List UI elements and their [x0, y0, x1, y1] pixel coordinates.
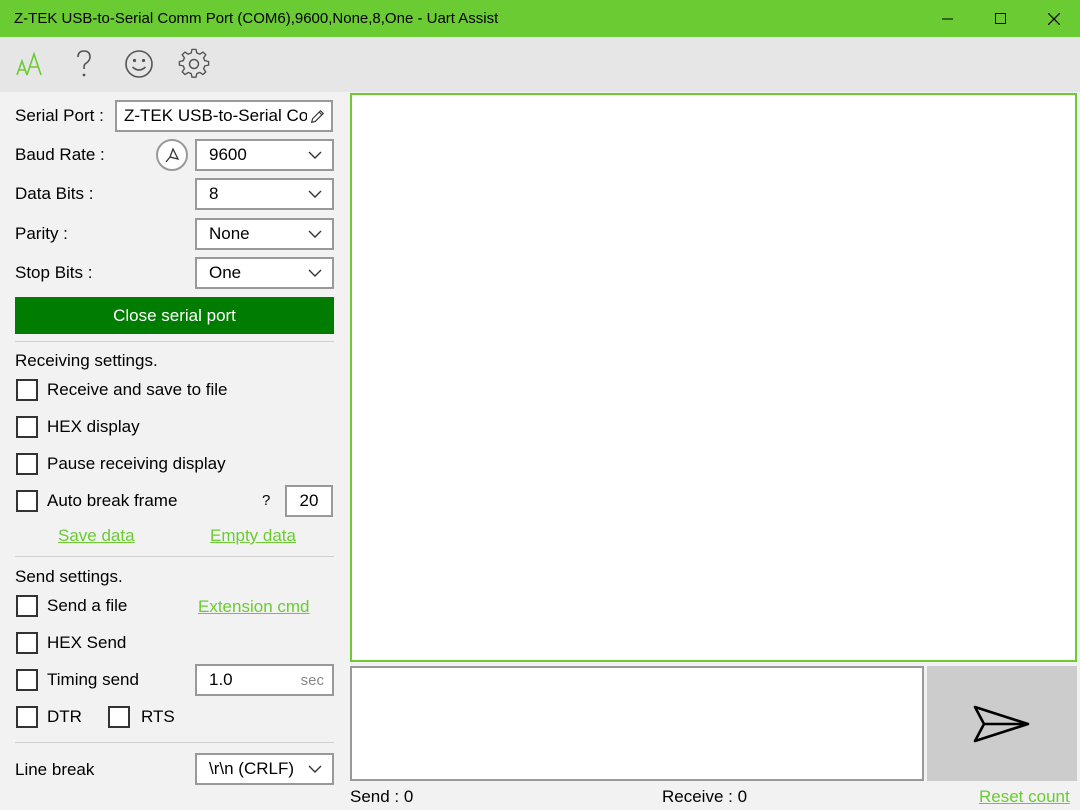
window-title: Z-TEK USB-to-Serial Comm Port (COM6),960…	[14, 10, 499, 27]
dtr-checkbox[interactable]	[16, 706, 38, 728]
smiley-icon	[125, 50, 153, 78]
chevron-down-icon	[308, 269, 322, 277]
receive-display[interactable]	[350, 93, 1077, 662]
timing-send-checkbox[interactable]	[16, 669, 38, 691]
divider	[15, 341, 334, 342]
hex-send-checkbox[interactable]	[16, 632, 38, 654]
receive-save-file-label: Receive and save to file	[47, 380, 228, 399]
send-count: Send : 0	[350, 787, 414, 806]
baud-rate-value: 9600	[209, 145, 247, 164]
parity-select[interactable]: None	[195, 218, 334, 250]
parity-value: None	[209, 224, 250, 243]
close-icon	[1047, 12, 1060, 25]
auto-break-frame-checkbox[interactable]	[16, 490, 38, 512]
line-break-value: \r\n (CRLF)	[209, 759, 294, 778]
line-break-select[interactable]: \r\n (CRLF)	[195, 753, 334, 785]
data-bits-value: 8	[209, 184, 219, 203]
parity-label: Parity :	[15, 224, 68, 243]
data-bits-label: Data Bits :	[15, 184, 94, 203]
hex-display-label: HEX display	[47, 417, 140, 436]
help-icon	[77, 50, 91, 77]
stop-bits-select[interactable]: One	[195, 257, 334, 289]
pause-display-label: Pause receiving display	[47, 454, 226, 473]
gear-icon	[178, 48, 210, 78]
timing-unit: sec	[300, 672, 324, 689]
baud-edit-button[interactable]	[156, 139, 188, 171]
rts-label: RTS	[141, 707, 175, 726]
pause-display-checkbox[interactable]	[16, 453, 38, 475]
timing-interval-input[interactable]: 1.0 sec	[195, 664, 334, 696]
timing-send-label: Timing send	[47, 670, 139, 689]
auto-break-frame-label: Auto break frame	[47, 491, 178, 510]
send-input[interactable]	[350, 666, 924, 781]
baud-rate-label: Baud Rate :	[15, 145, 105, 164]
data-bits-select[interactable]: 8	[195, 178, 334, 210]
stop-bits-label: Stop Bits :	[15, 263, 93, 282]
auto-break-help[interactable]: ?	[262, 492, 270, 509]
dtr-label: DTR	[47, 707, 82, 726]
chevron-down-icon	[308, 230, 322, 238]
empty-data-link[interactable]: Empty data	[210, 526, 296, 546]
baud-rate-select[interactable]: 9600	[195, 139, 334, 171]
serial-port-field[interactable]: Z-TEK USB-to-Serial Com	[115, 100, 333, 132]
send-file-checkbox[interactable]	[16, 595, 38, 617]
save-data-link[interactable]: Save data	[58, 526, 135, 546]
send-icon	[973, 705, 1030, 742]
hex-send-label: HEX Send	[47, 633, 127, 652]
pencil-icon[interactable]	[307, 108, 325, 126]
divider	[15, 742, 334, 743]
stop-bits-value: One	[209, 263, 242, 282]
close-serial-port-button[interactable]: Close serial port	[15, 297, 334, 334]
receiving-settings-heading: Receiving settings.	[15, 351, 158, 370]
minimize-button[interactable]	[921, 0, 974, 37]
font-size-button[interactable]	[12, 47, 46, 81]
maximize-button[interactable]	[974, 0, 1027, 37]
serial-port-label: Serial Port :	[15, 106, 104, 125]
toolbar	[0, 37, 1080, 92]
send-file-label: Send a file	[47, 596, 128, 615]
maximize-icon	[994, 12, 1006, 24]
hex-display-checkbox[interactable]	[16, 416, 38, 438]
rts-checkbox[interactable]	[108, 706, 130, 728]
send-settings-heading: Send settings.	[15, 567, 123, 586]
feedback-button[interactable]	[122, 47, 156, 81]
minimize-icon	[941, 18, 953, 19]
settings-button[interactable]	[177, 47, 211, 81]
reset-count-link[interactable]: Reset count	[979, 787, 1070, 807]
close-window-button[interactable]	[1027, 0, 1080, 37]
receive-count: Receive : 0	[662, 787, 748, 806]
receive-save-file-checkbox[interactable]	[16, 379, 38, 401]
chevron-down-icon	[308, 190, 322, 198]
auto-break-value: 20	[299, 491, 319, 510]
send-button[interactable]	[927, 666, 1077, 781]
chevron-down-icon	[308, 765, 322, 773]
pen-nib-icon	[165, 147, 180, 163]
line-break-label: Line break	[15, 760, 95, 779]
chevron-down-icon	[308, 151, 322, 159]
auto-break-input[interactable]: 20	[285, 485, 333, 517]
title-bar: Z-TEK USB-to-Serial Comm Port (COM6),960…	[0, 0, 1080, 37]
timing-value: 1.0	[209, 670, 233, 689]
font-size-icon	[16, 51, 42, 76]
serial-port-value: Z-TEK USB-to-Serial Com	[124, 106, 323, 125]
divider	[15, 556, 334, 557]
help-button[interactable]	[67, 47, 101, 81]
extension-cmd-link[interactable]: Extension cmd	[198, 597, 310, 617]
